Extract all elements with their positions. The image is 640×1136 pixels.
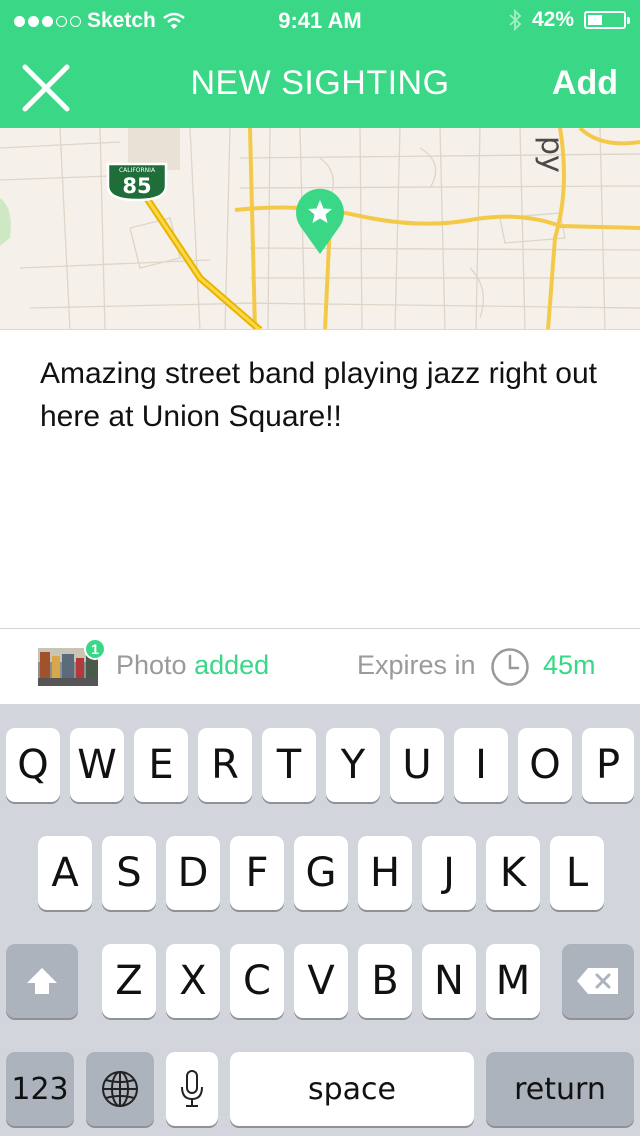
photo-label: Photo bbox=[116, 650, 187, 680]
highway-shield-label: CALIFORNIA bbox=[119, 167, 156, 174]
map-road-label: py bbox=[534, 136, 569, 173]
globe-key[interactable] bbox=[86, 1052, 154, 1126]
navigation-bar: NEW SIGHTING Add bbox=[0, 44, 640, 128]
key-t[interactable]: T bbox=[262, 728, 316, 802]
microphone-icon bbox=[181, 1070, 203, 1107]
photo-status-value: added bbox=[194, 650, 270, 680]
key-z[interactable]: Z bbox=[102, 944, 156, 1018]
sighting-message-input[interactable]: Amazing street band playing jazz right o… bbox=[40, 352, 620, 438]
microphone-key[interactable] bbox=[166, 1052, 218, 1126]
sighting-info-bar: 1 Photo added Expires in 45m bbox=[0, 628, 640, 704]
key-a[interactable]: A bbox=[38, 836, 92, 910]
key-g[interactable]: G bbox=[294, 836, 348, 910]
status-bar: Sketch 9:41 AM 42% bbox=[0, 0, 640, 40]
key-f[interactable]: F bbox=[230, 836, 284, 910]
globe-icon bbox=[102, 1071, 138, 1107]
expires-value[interactable]: 45m bbox=[543, 650, 596, 681]
key-o[interactable]: O bbox=[518, 728, 572, 802]
highway-85-shield: CALIFORNIA 85 bbox=[106, 162, 168, 202]
location-map[interactable]: CALIFORNIA 85 py bbox=[0, 128, 640, 330]
photo-status[interactable]: Photo added bbox=[116, 650, 269, 681]
map-streets: CALIFORNIA 85 py bbox=[0, 128, 640, 329]
key-d[interactable]: D bbox=[166, 836, 220, 910]
key-l[interactable]: L bbox=[550, 836, 604, 910]
photo-count-badge: 1 bbox=[84, 638, 106, 660]
key-i[interactable]: I bbox=[454, 728, 508, 802]
key-c[interactable]: C bbox=[230, 944, 284, 1018]
key-v[interactable]: V bbox=[294, 944, 348, 1018]
key-j[interactable]: J bbox=[422, 836, 476, 910]
delete-icon bbox=[577, 968, 618, 994]
key-x[interactable]: X bbox=[166, 944, 220, 1018]
page-title: NEW SIGHTING bbox=[190, 64, 450, 102]
key-b[interactable]: B bbox=[358, 944, 412, 1018]
key-h[interactable]: H bbox=[358, 836, 412, 910]
battery-percent: 42% bbox=[531, 8, 574, 31]
bluetooth-icon bbox=[509, 9, 522, 31]
delete-key[interactable] bbox=[562, 944, 634, 1018]
add-button[interactable]: Add bbox=[552, 64, 618, 103]
highway-number: 85 bbox=[122, 174, 151, 198]
onscreen-keyboard: Q W E R T Y U I O P A S D F G H J K L Z … bbox=[0, 704, 640, 1136]
key-n[interactable]: N bbox=[422, 944, 476, 1018]
shift-key[interactable] bbox=[6, 944, 78, 1018]
key-q[interactable]: Q bbox=[6, 728, 60, 802]
shift-icon bbox=[27, 968, 57, 994]
key-p[interactable]: P bbox=[582, 728, 634, 802]
app-header: Sketch 9:41 AM 42% NEW SIGHTING Add bbox=[0, 0, 640, 128]
key-w[interactable]: W bbox=[70, 728, 124, 802]
clock-icon[interactable] bbox=[490, 647, 530, 687]
space-key[interactable]: space bbox=[230, 1052, 474, 1126]
key-s[interactable]: S bbox=[102, 836, 156, 910]
key-u[interactable]: U bbox=[390, 728, 444, 802]
expires-label: Expires in bbox=[357, 650, 476, 680]
key-r[interactable]: R bbox=[198, 728, 252, 802]
key-e[interactable]: E bbox=[134, 728, 188, 802]
key-y[interactable]: Y bbox=[326, 728, 380, 802]
key-m[interactable]: M bbox=[486, 944, 540, 1018]
key-k[interactable]: K bbox=[486, 836, 540, 910]
return-key[interactable]: return bbox=[486, 1052, 634, 1126]
battery-level bbox=[588, 15, 603, 25]
numbers-key[interactable]: 123 bbox=[6, 1052, 74, 1126]
battery-icon bbox=[584, 11, 630, 29]
